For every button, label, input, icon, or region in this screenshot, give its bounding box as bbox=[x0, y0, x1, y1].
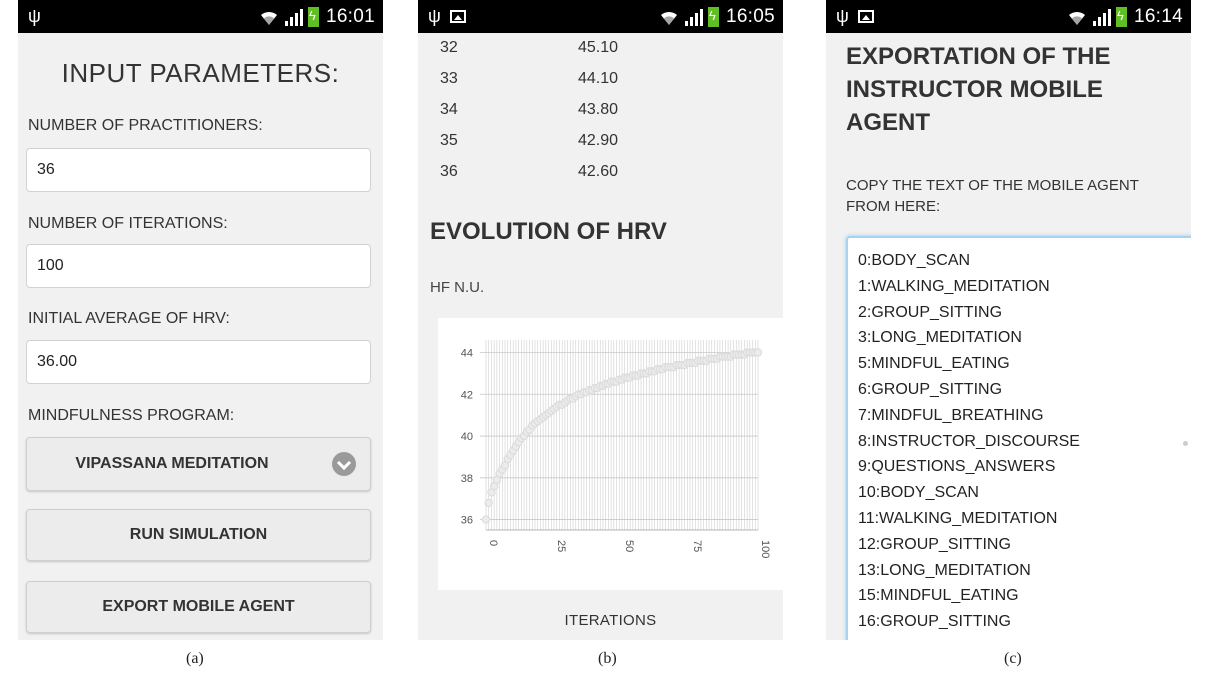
x-tick-label: 25 bbox=[555, 540, 567, 552]
mindfulness-program-select[interactable]: VIPASSANA MEDITATION bbox=[26, 437, 371, 491]
usb-icon: ψ bbox=[428, 6, 441, 26]
iteration-cell: 33 bbox=[440, 70, 458, 87]
mindfulness-program-label: MINDFULNESS PROGRAM: bbox=[28, 407, 235, 424]
phone-screen-input-parameters: ψ 16:01 INPUT PARAMETERS: NUMBER OF PRAC… bbox=[18, 0, 383, 640]
wifi-icon bbox=[660, 11, 677, 25]
initial-hrv-input[interactable]: 36.00 bbox=[26, 340, 371, 384]
run-simulation-button[interactable]: RUN SIMULATION bbox=[26, 509, 371, 561]
clock: 16:14 bbox=[1133, 6, 1183, 27]
export-mobile-agent-button[interactable]: EXPORT MOBILE AGENT bbox=[26, 581, 371, 633]
chevron-down-icon bbox=[332, 452, 356, 476]
agent-line: 1:WALKING_MEDITATION bbox=[858, 277, 1050, 295]
agent-line: 10:BODY_SCAN bbox=[858, 484, 979, 502]
hrv-chart-svg: 36 38 40 42 44 0 25 50 75 100 bbox=[461, 340, 771, 558]
chart-ylabel: HF N.U. bbox=[430, 279, 485, 296]
caption-a: (a) bbox=[186, 650, 204, 667]
data-point bbox=[753, 348, 763, 357]
practitioners-input[interactable]: 36 bbox=[26, 148, 371, 192]
y-tick-label: 42 bbox=[461, 389, 473, 401]
x-tick-label: 0 bbox=[487, 540, 499, 546]
x-tick-label: 75 bbox=[691, 540, 703, 552]
mobile-agent-textarea[interactable]: 0:BODY_SCAN 1:WALKING_MEDITATION 2:GROUP… bbox=[846, 236, 1191, 640]
page-title: INPUT PARAMETERS: bbox=[61, 58, 340, 88]
chart-title: EVOLUTION OF HRV bbox=[430, 218, 667, 245]
initial-hrv-label: INITIAL AVERAGE OF HRV: bbox=[28, 310, 230, 327]
y-tick-label: 40 bbox=[461, 431, 473, 443]
data-point bbox=[484, 498, 493, 508]
y-tick-label: 44 bbox=[461, 348, 473, 360]
caption-c: (c) bbox=[1004, 650, 1022, 667]
data-point bbox=[481, 515, 491, 524]
y-tick-label: 38 bbox=[461, 473, 473, 485]
usb-icon: ψ bbox=[28, 6, 41, 26]
status-bar: ψ 16:05 bbox=[418, 0, 783, 33]
hrv-chart: 36 38 40 42 44 0 25 50 75 100 bbox=[438, 318, 783, 590]
phone-screen-hrv-evolution: ψ 16:05 32 45.10 33 44.10 34 43.80 35 bbox=[418, 0, 783, 640]
battery-icon bbox=[307, 7, 319, 27]
agent-line: 6:GROUP_SITTING bbox=[858, 380, 1003, 398]
signal-icon bbox=[284, 9, 303, 26]
status-bar: ψ 16:14 bbox=[826, 0, 1191, 33]
agent-line: 3:LONG_MEDITATION bbox=[858, 329, 1022, 347]
hrv-value-cell: 45.10 bbox=[578, 39, 619, 56]
agent-line: 13:LONG_MEDITATION bbox=[858, 561, 1031, 579]
agent-line: 5:MINDFUL_EATING bbox=[858, 355, 1010, 373]
status-bar: ψ 16:01 bbox=[18, 0, 383, 33]
iteration-cell: 36 bbox=[440, 163, 458, 180]
status-icons: 16:05 bbox=[658, 4, 775, 30]
x-tick-label: 50 bbox=[623, 540, 635, 552]
agent-line: 7:MINDFUL_BREATHING bbox=[858, 406, 1044, 424]
agent-line: 8:INSTRUCTOR_DISCOURSE bbox=[858, 432, 1080, 450]
hrv-value-cell: 44.10 bbox=[578, 70, 619, 87]
hrv-value-cell: 42.90 bbox=[578, 132, 619, 149]
scroll-indicator[interactable] bbox=[1183, 441, 1188, 446]
usb-icon: ψ bbox=[836, 6, 849, 26]
agent-line: 11:WALKING_MEDITATION bbox=[858, 509, 1058, 527]
iterations-label: NUMBER OF ITERATIONS: bbox=[28, 215, 228, 232]
agent-line: 15:MINDFUL_EATING bbox=[858, 587, 1019, 605]
page-title: EXPORTATION OF THE INSTRUCTOR MOBILE AGE… bbox=[846, 43, 1111, 136]
practitioners-label: NUMBER OF PRACTITIONERS: bbox=[28, 117, 263, 134]
iteration-cell: 32 bbox=[440, 39, 458, 56]
hrv-value-cell: 42.60 bbox=[578, 163, 619, 180]
iteration-cell: 34 bbox=[440, 101, 458, 118]
agent-line: 16:GROUP_SITTING bbox=[858, 613, 1011, 631]
signal-icon bbox=[1092, 9, 1111, 26]
battery-icon bbox=[707, 7, 719, 27]
agent-line: 0:BODY_SCAN bbox=[858, 252, 971, 269]
status-icons: 16:14 bbox=[1066, 4, 1183, 30]
chart-xlabel: ITERATIONS bbox=[564, 612, 657, 629]
copy-instruction-label: COPY THE TEXT OF THE MOBILE AGENT FROM H… bbox=[846, 177, 1139, 215]
agent-line: 12:GROUP_SITTING bbox=[858, 535, 1011, 553]
image-icon bbox=[858, 10, 874, 23]
x-tick-label: 100 bbox=[759, 540, 771, 558]
hrv-value-cell: 43.80 bbox=[578, 101, 619, 118]
image-icon bbox=[450, 10, 466, 23]
wifi-icon bbox=[260, 11, 277, 25]
agent-line: 2:GROUP_SITTING bbox=[858, 303, 1003, 321]
y-tick-label: 36 bbox=[461, 515, 473, 527]
clock: 16:05 bbox=[725, 6, 775, 27]
agent-line: 9:QUESTIONS_ANSWERS bbox=[858, 458, 1056, 476]
signal-icon bbox=[684, 9, 703, 26]
wifi-icon bbox=[1068, 11, 1085, 25]
clock: 16:01 bbox=[325, 6, 375, 27]
caption-b: (b) bbox=[598, 650, 617, 667]
phone-screen-export-agent: ψ 16:14 EXPORTATION OF THE INSTRUCTOR MO… bbox=[826, 0, 1191, 640]
program-selected-value: VIPASSANA MEDITATION bbox=[75, 455, 269, 472]
battery-icon bbox=[1115, 7, 1127, 27]
iterations-input[interactable]: 100 bbox=[26, 244, 371, 288]
iteration-cell: 35 bbox=[440, 132, 458, 149]
status-icons: 16:01 bbox=[258, 4, 375, 30]
